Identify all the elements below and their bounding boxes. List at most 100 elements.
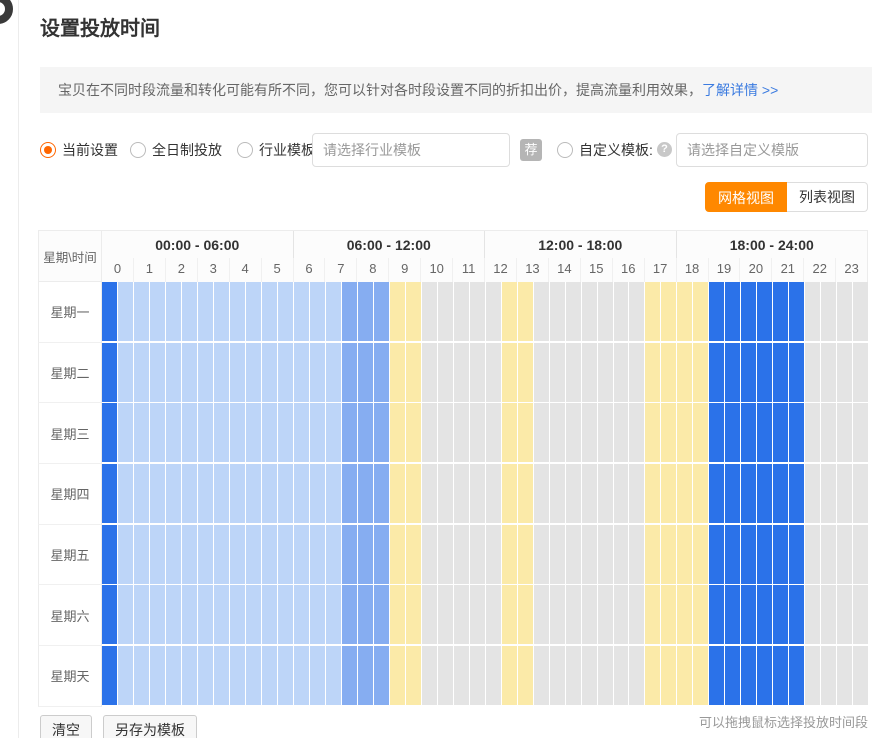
time-cell[interactable] (502, 646, 518, 705)
time-cell[interactable] (214, 585, 230, 644)
time-cell[interactable] (486, 646, 502, 705)
time-cell[interactable] (598, 525, 614, 584)
time-cell[interactable] (310, 464, 326, 523)
time-cell[interactable] (693, 646, 709, 705)
time-cell[interactable] (550, 525, 566, 584)
time-cell[interactable] (374, 525, 390, 584)
time-cell[interactable] (262, 464, 278, 523)
time-cell[interactable] (789, 403, 805, 462)
time-cell[interactable] (102, 464, 118, 523)
time-cell[interactable] (661, 525, 677, 584)
time-cell[interactable] (566, 403, 582, 462)
time-cell[interactable] (342, 585, 358, 644)
time-cell[interactable] (390, 585, 406, 644)
time-cell[interactable] (582, 403, 598, 462)
time-cell[interactable] (853, 343, 868, 402)
time-cell[interactable] (486, 282, 502, 341)
time-cell[interactable] (374, 585, 390, 644)
time-cell[interactable] (550, 464, 566, 523)
time-cell[interactable] (470, 525, 486, 584)
time-cell[interactable] (582, 343, 598, 402)
time-cell[interactable] (725, 525, 741, 584)
time-cell[interactable] (502, 343, 518, 402)
time-cell[interactable] (150, 343, 166, 402)
time-cell[interactable] (454, 403, 470, 462)
time-cell[interactable] (629, 343, 645, 402)
time-cell[interactable] (310, 343, 326, 402)
time-cell[interactable] (166, 403, 182, 462)
time-cell[interactable] (534, 464, 550, 523)
time-cell[interactable] (390, 343, 406, 402)
time-cell[interactable] (342, 343, 358, 402)
radio-icon[interactable] (557, 142, 573, 158)
time-cell[interactable] (693, 343, 709, 402)
time-cell[interactable] (390, 282, 406, 341)
time-cell[interactable] (741, 646, 757, 705)
time-cell[interactable] (102, 646, 118, 705)
time-cell[interactable] (374, 403, 390, 462)
time-cell[interactable] (294, 403, 310, 462)
time-cell[interactable] (262, 585, 278, 644)
time-cell[interactable] (821, 646, 837, 705)
time-cell[interactable] (326, 282, 342, 341)
time-cell[interactable] (150, 403, 166, 462)
time-cell[interactable] (246, 525, 262, 584)
time-cell[interactable] (438, 525, 454, 584)
time-cell[interactable] (550, 282, 566, 341)
time-cell[interactable] (326, 343, 342, 402)
time-cell[interactable] (741, 464, 757, 523)
time-cell[interactable] (629, 585, 645, 644)
time-cell[interactable] (566, 282, 582, 341)
time-cell[interactable] (262, 646, 278, 705)
time-cell[interactable] (693, 282, 709, 341)
time-cell[interactable] (294, 585, 310, 644)
time-cell[interactable] (294, 464, 310, 523)
time-cell[interactable] (805, 646, 821, 705)
time-cell[interactable] (725, 585, 741, 644)
time-cell[interactable] (214, 464, 230, 523)
time-cell[interactable] (486, 585, 502, 644)
time-cell[interactable] (374, 646, 390, 705)
time-cell[interactable] (757, 525, 773, 584)
time-cell[interactable] (598, 646, 614, 705)
time-cell[interactable] (853, 403, 868, 462)
time-cell[interactable] (821, 282, 837, 341)
time-cell[interactable] (837, 585, 853, 644)
time-cell[interactable] (406, 585, 422, 644)
time-cell[interactable] (438, 646, 454, 705)
time-cell[interactable] (246, 403, 262, 462)
time-cell[interactable] (645, 585, 661, 644)
time-cell[interactable] (102, 585, 118, 644)
time-cell[interactable] (661, 585, 677, 644)
time-cell[interactable] (582, 282, 598, 341)
time-cell[interactable] (534, 343, 550, 402)
time-cell[interactable] (789, 585, 805, 644)
time-cell[interactable] (805, 343, 821, 402)
time-cell[interactable] (406, 646, 422, 705)
time-cell[interactable] (821, 343, 837, 402)
time-cell[interactable] (645, 403, 661, 462)
time-cell[interactable] (150, 464, 166, 523)
time-cell[interactable] (390, 646, 406, 705)
custom-template-select[interactable]: 请选择自定义模版 (676, 133, 868, 167)
time-cell[interactable] (390, 525, 406, 584)
time-cell[interactable] (166, 646, 182, 705)
time-cell[interactable] (709, 646, 725, 705)
time-cell[interactable] (198, 585, 214, 644)
time-cell[interactable] (326, 525, 342, 584)
time-cell[interactable] (837, 464, 853, 523)
time-cell[interactable] (582, 585, 598, 644)
time-cell[interactable] (246, 282, 262, 341)
time-cell[interactable] (677, 646, 693, 705)
time-cell[interactable] (134, 525, 150, 584)
time-cell[interactable] (821, 403, 837, 462)
time-cell[interactable] (102, 343, 118, 402)
time-cell[interactable] (406, 343, 422, 402)
time-cell[interactable] (725, 464, 741, 523)
time-cell[interactable] (198, 403, 214, 462)
time-cell[interactable] (310, 646, 326, 705)
time-cell[interactable] (789, 525, 805, 584)
time-cell[interactable] (518, 282, 534, 341)
time-cell[interactable] (677, 585, 693, 644)
time-cell[interactable] (326, 464, 342, 523)
